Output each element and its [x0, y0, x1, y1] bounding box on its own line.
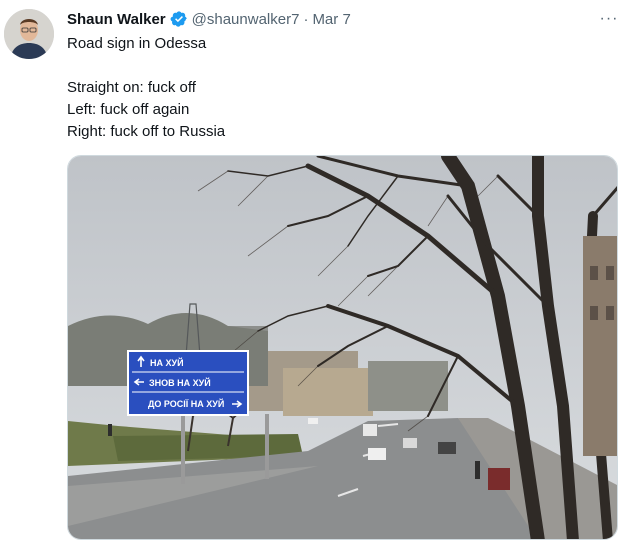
- tweet-line: Left: fuck off again: [67, 101, 190, 118]
- road-sign-photo: НА ХУЙ ЗНОВ НА ХУЙ ДО РОСІЇ НА ХУЙ: [68, 156, 617, 539]
- separator-dot: ·: [303, 10, 309, 28]
- avatar-image: [4, 9, 54, 59]
- tweet-date[interactable]: Mar 7: [312, 11, 350, 28]
- tweet-text: Road sign in Odessa Straight on: fuck of…: [67, 33, 607, 143]
- tweet-line-break: [67, 55, 607, 77]
- sign-line-right: ДО РОСІЇ НА ХУЙ: [148, 398, 224, 409]
- tweet-line: Road sign in Odessa: [67, 35, 207, 52]
- more-icon[interactable]: ···: [598, 9, 620, 29]
- tweet-photo[interactable]: НА ХУЙ ЗНОВ НА ХУЙ ДО РОСІЇ НА ХУЙ: [67, 155, 618, 540]
- author-name[interactable]: Shaun Walker: [67, 11, 166, 28]
- sign-line-left: ЗНОВ НА ХУЙ: [149, 377, 211, 388]
- avatar[interactable]: [4, 9, 54, 59]
- tweet-line: Right: fuck off to Russia: [67, 123, 226, 140]
- author-handle[interactable]: @shaunwalker7: [192, 11, 300, 28]
- tweet-line: Straight on: fuck off: [67, 79, 196, 96]
- tweet-header: Shaun Walker @shaunwalker7 · Mar 7: [67, 9, 351, 29]
- sign-line-straight: НА ХУЙ: [150, 357, 184, 368]
- verified-badge-icon: [170, 10, 188, 28]
